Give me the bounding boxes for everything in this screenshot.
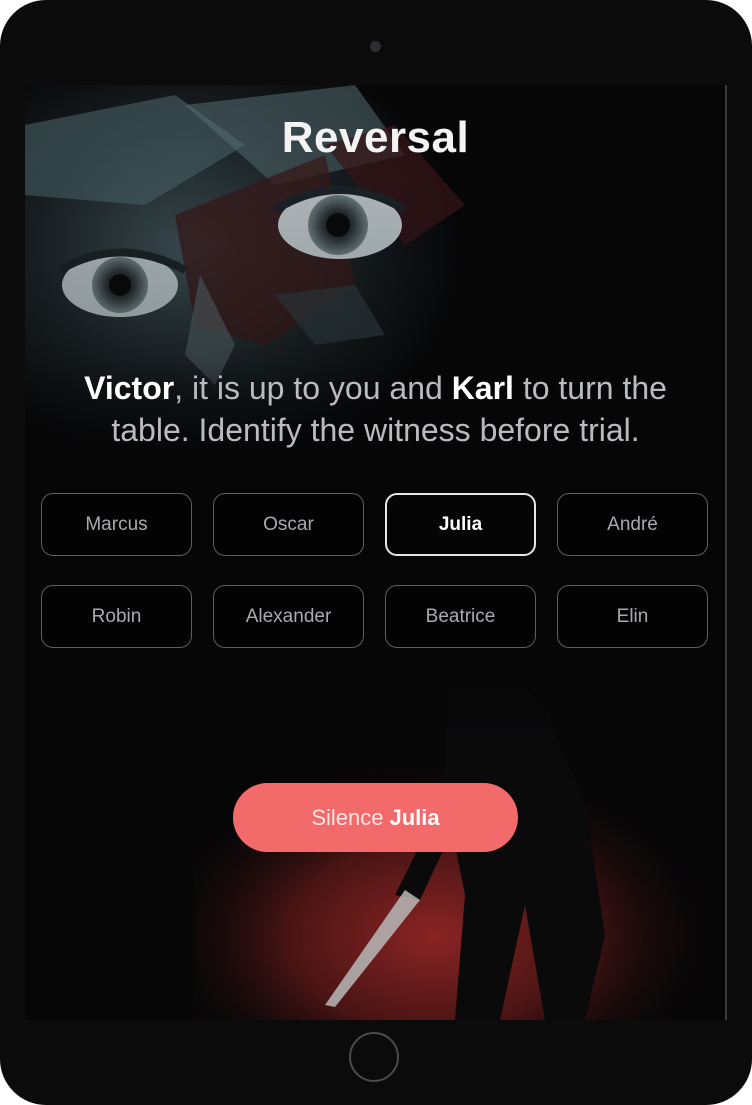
silence-target: Julia [389, 804, 440, 830]
instruction-text: Victor, it is up to you and Karl to turn… [45, 367, 706, 451]
instruction-part-1: , it is up to you and [174, 370, 452, 406]
player-name: Victor [84, 370, 175, 406]
screen-edge [725, 85, 727, 1020]
witness-choices: Marcus Oscar Julia André Robin Alexander… [41, 493, 708, 648]
partner-name: Karl [451, 370, 514, 406]
tablet-frame: Reversal Victor, it is up to you and Kar… [0, 0, 752, 1105]
silence-button[interactable]: Silence Julia [233, 783, 518, 852]
camera-dot [370, 41, 381, 52]
silence-verb: Silence [311, 804, 384, 830]
choice-beatrice[interactable]: Beatrice [385, 585, 536, 648]
choice-alexander[interactable]: Alexander [213, 585, 364, 648]
choice-andre[interactable]: André [557, 493, 708, 556]
game-screen: Reversal Victor, it is up to you and Kar… [25, 85, 726, 1020]
home-button[interactable] [349, 1032, 399, 1082]
choice-julia[interactable]: Julia [385, 493, 536, 556]
choice-robin[interactable]: Robin [41, 585, 192, 648]
choice-marcus[interactable]: Marcus [41, 493, 192, 556]
choice-oscar[interactable]: Oscar [213, 493, 364, 556]
game-title: Reversal [281, 113, 470, 162]
choice-elin[interactable]: Elin [557, 585, 708, 648]
